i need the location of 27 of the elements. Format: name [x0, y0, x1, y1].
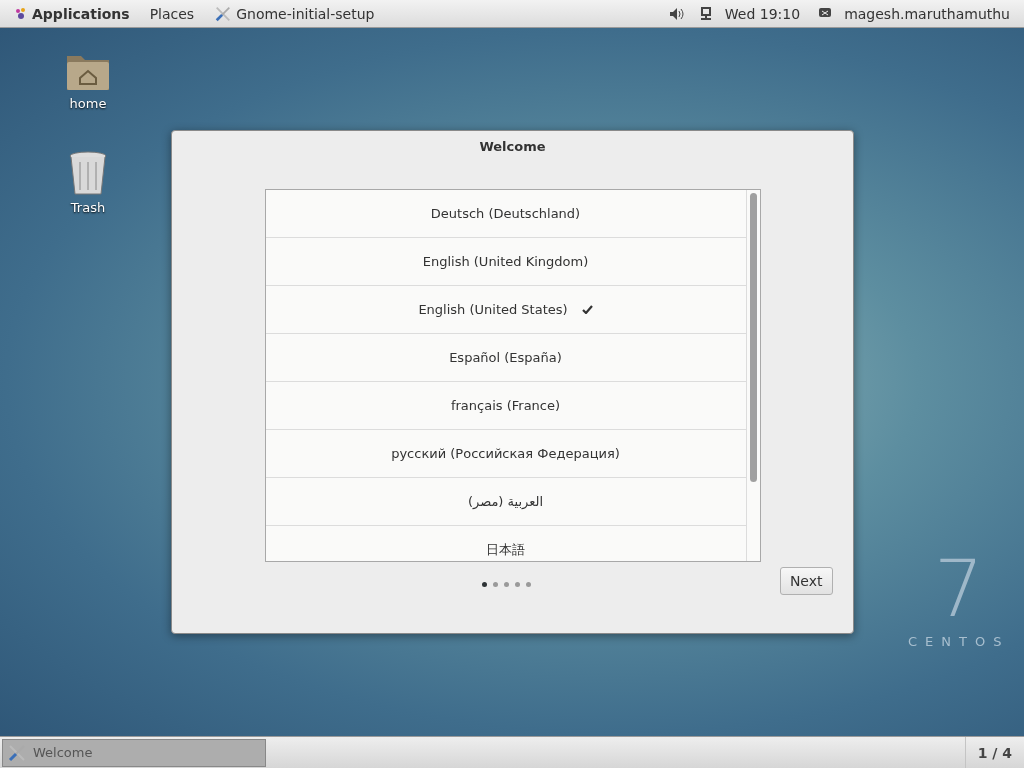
dialog-title: Welcome: [479, 139, 546, 154]
language-row[interactable]: français (France): [265, 382, 746, 430]
language-row[interactable]: Español (España): [265, 334, 746, 382]
brand-number: 7: [933, 550, 984, 628]
next-button[interactable]: Next: [779, 567, 833, 595]
language-row[interactable]: Deutsch (Deutschland): [265, 190, 746, 238]
menu-label[interactable]: Places: [149, 5, 195, 22]
scrollbar-thumb[interactable]: [749, 193, 757, 482]
tools-icon: [7, 742, 27, 763]
language-row[interactable]: 日本語: [265, 526, 746, 561]
language-row[interactable]: русский (Российская Федерация): [265, 430, 746, 478]
desktop-icon-label[interactable]: home: [69, 96, 107, 111]
desktop-icon-label[interactable]: Trash: [70, 200, 106, 215]
workspace-indicator[interactable]: 1 / 4: [964, 737, 1024, 768]
trash-icon: [68, 150, 108, 196]
language-row[interactable]: English (United Kingdom): [265, 238, 746, 286]
foot-icon: [14, 6, 28, 21]
menu-label[interactable]: Gnome-initial-setup: [236, 5, 375, 22]
menu-label[interactable]: Applications: [32, 5, 130, 22]
brand-name: CENTOS: [908, 634, 1010, 649]
network-icon[interactable]: [698, 6, 713, 21]
speaker-icon[interactable]: [668, 6, 685, 21]
language-row[interactable]: English (United States): [265, 286, 746, 334]
language-row[interactable]: العربية (مصر): [265, 478, 746, 526]
tools-icon: [214, 4, 233, 23]
clock[interactable]: Wed 19:10: [716, 5, 809, 22]
user-menu[interactable]: magesh.maruthamuthu: [836, 5, 1018, 22]
